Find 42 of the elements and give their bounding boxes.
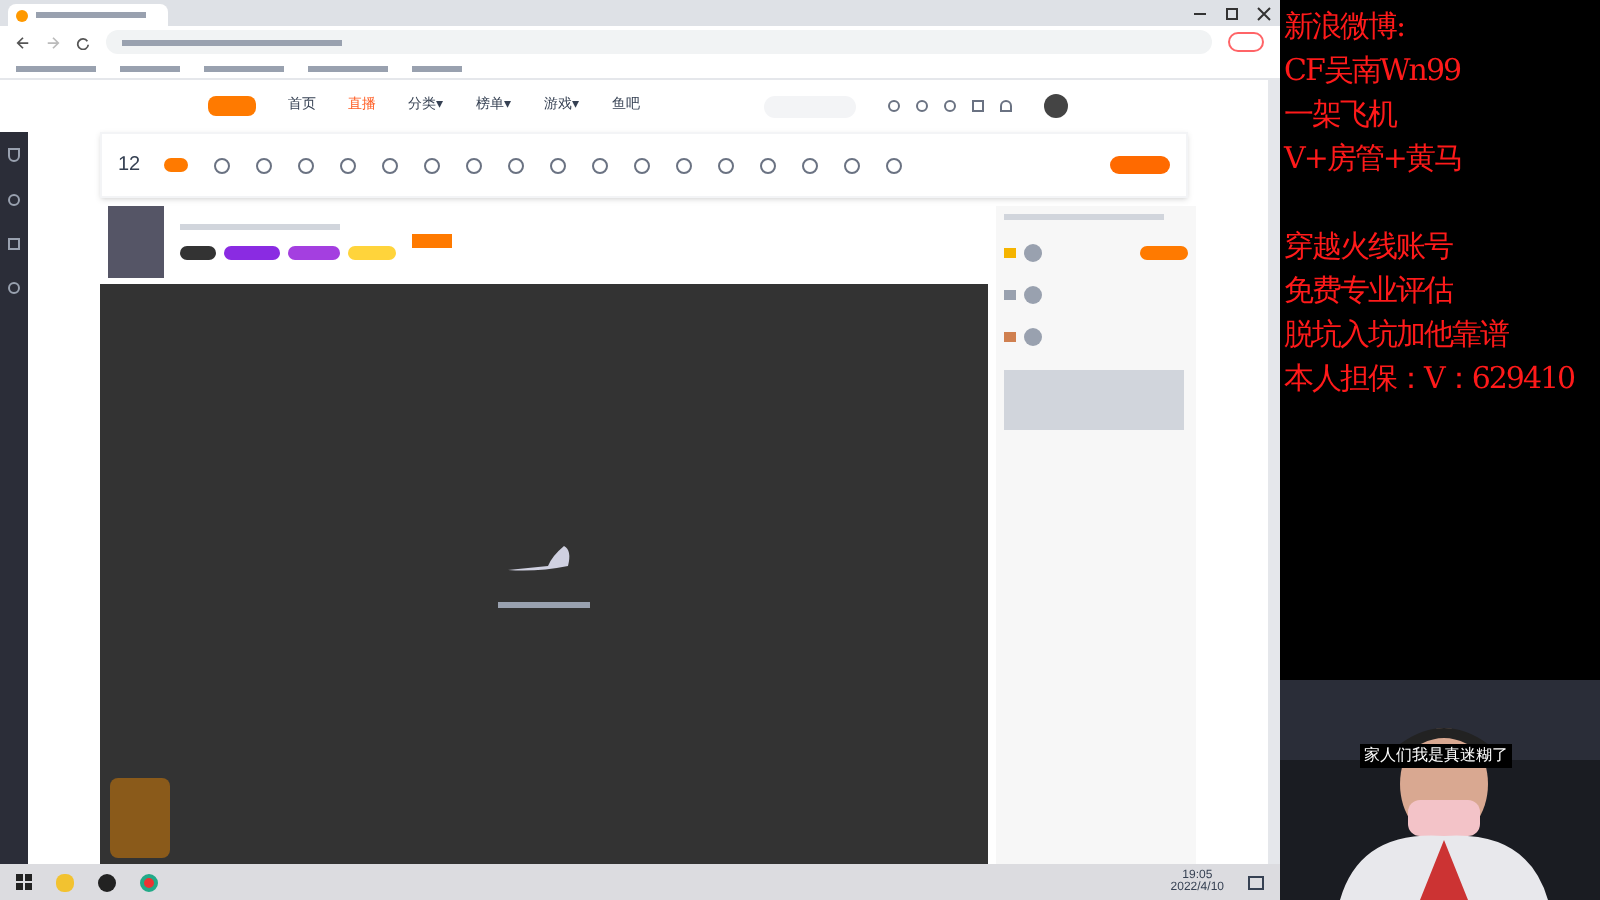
reload-icon[interactable] [76, 35, 90, 49]
site-logo[interactable] [208, 96, 256, 116]
toggle-icon[interactable] [164, 157, 189, 171]
bookmark[interactable] [16, 65, 96, 71]
windows-icon[interactable] [16, 874, 32, 890]
back-icon[interactable] [16, 35, 30, 49]
overlay-text: 穿越火线账号 [1284, 226, 1455, 268]
webcam-caption: 家人们我是真迷糊了 [1360, 744, 1512, 768]
avatar[interactable] [1044, 94, 1068, 118]
overlay-text: 脱坑入坑加他靠谱 [1284, 314, 1511, 356]
profile-button[interactable] [1228, 32, 1264, 52]
overlay-text: 新浪微博: [1284, 6, 1407, 48]
notification-icon[interactable] [1248, 875, 1264, 889]
overlay-text: 一架飞机 [1284, 94, 1399, 136]
pc-client-button[interactable] [1110, 156, 1170, 174]
fan-badge [224, 245, 280, 259]
follow-tag [412, 234, 452, 248]
app-icon[interactable] [98, 873, 116, 891]
blurred-text [36, 12, 146, 18]
overlay-text: V+房管+黄马 [1284, 138, 1464, 180]
blurred-text [498, 601, 590, 607]
avatar [1024, 244, 1042, 262]
restore-icon[interactable] [1224, 6, 1240, 22]
avatar [1024, 286, 1042, 304]
browser-icon[interactable] [140, 873, 158, 891]
bookmark[interactable] [412, 65, 462, 71]
browser-tab[interactable] [8, 4, 168, 26]
close-icon[interactable] [1256, 6, 1272, 22]
bookmark[interactable] [204, 65, 284, 71]
gift-badge [348, 245, 396, 259]
count: 12 [118, 152, 141, 180]
bookmark[interactable] [308, 65, 388, 71]
bookmark[interactable] [120, 65, 180, 71]
favicon-icon [16, 9, 28, 21]
level-badge [180, 245, 216, 259]
overlay-text: 免费专业评估 [1284, 270, 1455, 312]
rank-badge [1140, 246, 1188, 260]
scrollbar[interactable] [1268, 80, 1280, 864]
avatar [1024, 328, 1042, 346]
overlay-text: CF吴南Wn99 [1284, 50, 1463, 92]
overlay-text: 本人担保：V：629410 [1284, 358, 1577, 400]
fan-badge [288, 245, 340, 259]
